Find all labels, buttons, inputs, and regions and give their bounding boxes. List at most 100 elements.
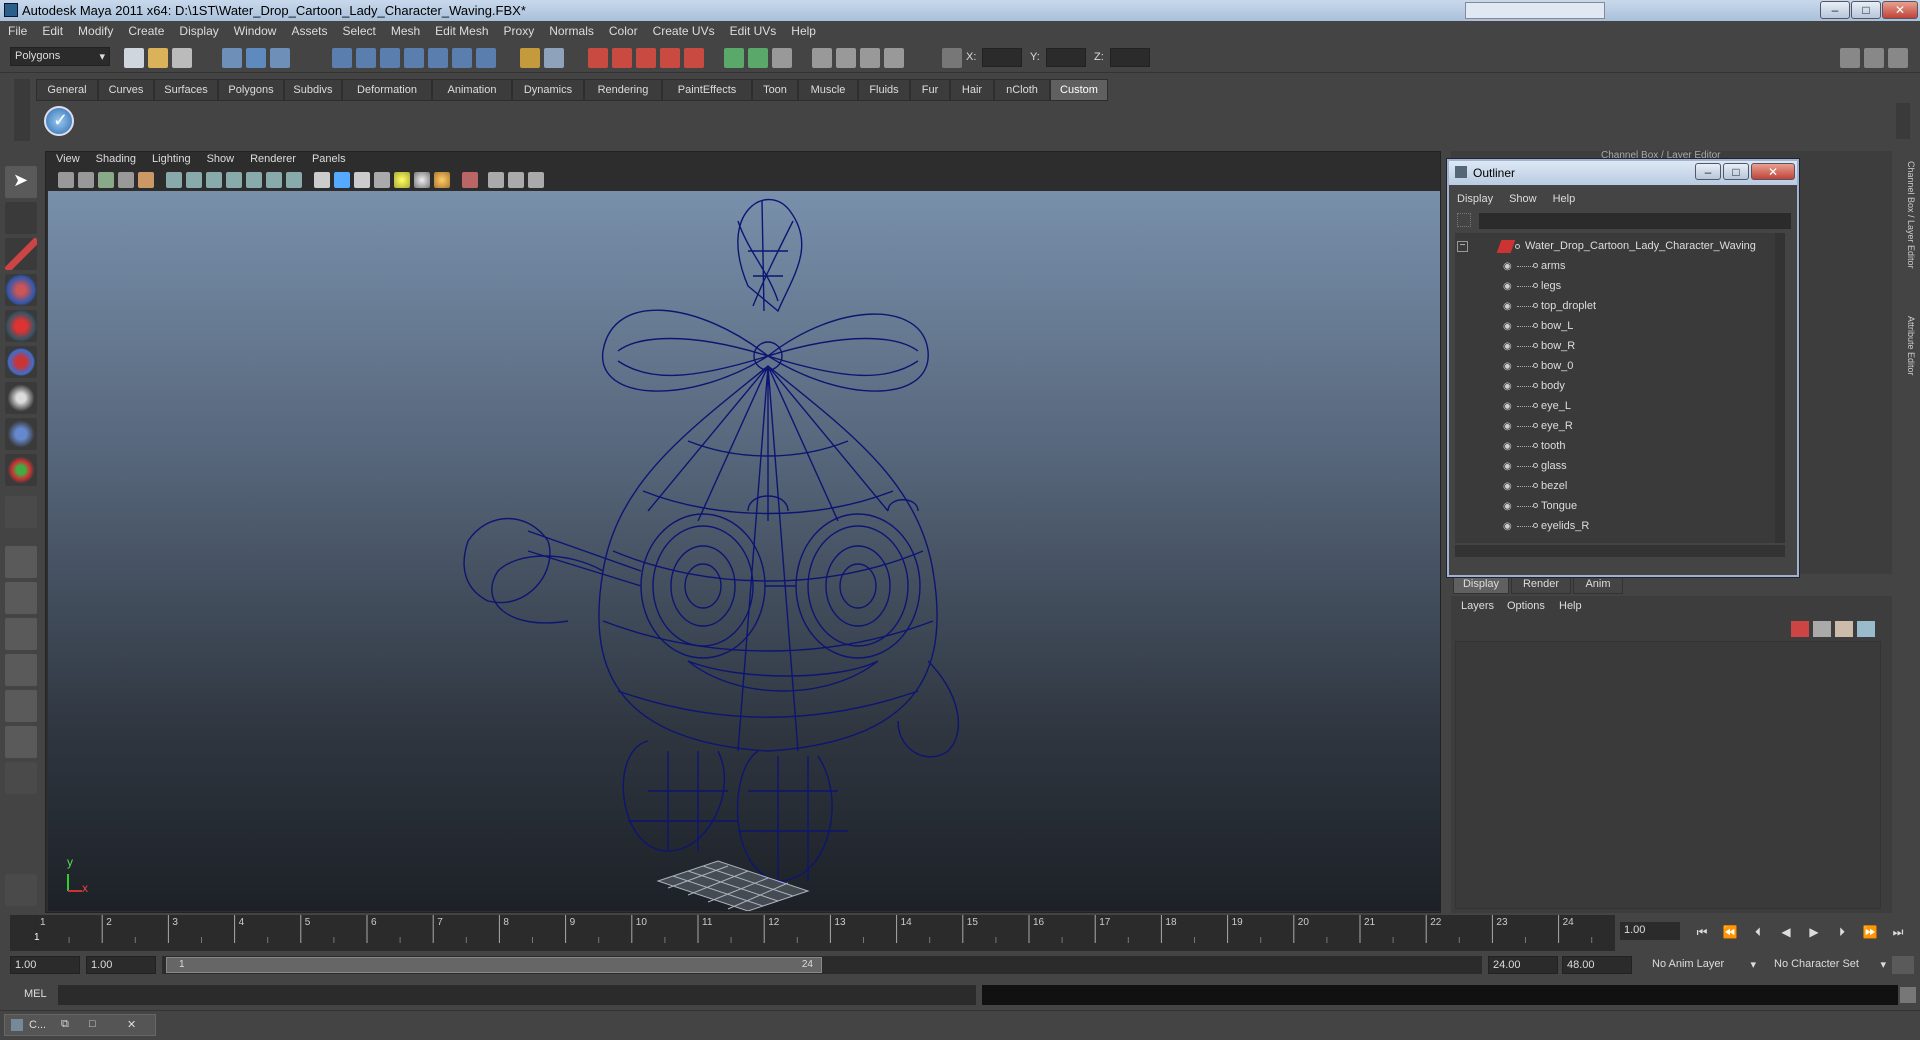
outliner-menu-help[interactable]: Help xyxy=(1545,193,1584,205)
anim-layer-dropdown[interactable]: No Anim Layer ▾ xyxy=(1648,956,1758,974)
shelf-tab-painteffects[interactable]: PaintEffects xyxy=(662,79,752,101)
smooth-shade-icon[interactable] xyxy=(334,172,350,188)
select-tool-icon[interactable]: ➤ xyxy=(5,166,37,198)
move-layer-up-icon[interactable] xyxy=(1835,621,1853,637)
filter-toggle[interactable] xyxy=(1457,213,1471,227)
layer-tab-anim[interactable]: Anim xyxy=(1573,574,1623,594)
character-set-dropdown[interactable]: No Character Set ▾ xyxy=(1770,956,1888,974)
playback-start-field[interactable]: 1.00 xyxy=(86,956,156,974)
menu-normals[interactable]: Normals xyxy=(541,21,601,38)
outliner-close-button[interactable]: ✕ xyxy=(1751,163,1795,180)
safe-action-icon[interactable] xyxy=(266,172,282,188)
step-forward-key-icon[interactable]: ⏩ xyxy=(1862,924,1878,940)
current-frame-field[interactable]: 1.00 xyxy=(1620,922,1680,940)
select-object-icon[interactable] xyxy=(246,48,266,68)
menu-edit-uvs[interactable]: Edit UVs xyxy=(722,21,784,38)
snap-grid-icon[interactable] xyxy=(332,48,352,68)
universal-manipulator-icon[interactable] xyxy=(5,382,37,414)
shelf-tab-hair[interactable]: Hair xyxy=(950,79,994,101)
menu-help[interactable]: Help xyxy=(783,21,823,38)
menu-edit[interactable]: Edit xyxy=(34,21,70,38)
menu-set-dropdown[interactable]: Polygons ▾ xyxy=(10,47,110,66)
rotate-tool-icon[interactable] xyxy=(5,310,37,342)
layer-tab-render[interactable]: Render xyxy=(1511,574,1571,594)
tree-root-row[interactable]: − Water_Drop_Cartoon_Lady_Character_Wavi… xyxy=(1455,237,1775,257)
viewport-menu-show[interactable]: Show xyxy=(199,151,243,165)
snap-point-icon[interactable] xyxy=(380,48,400,68)
layer-menu-options[interactable]: Options xyxy=(1507,600,1545,612)
help-line-icon[interactable] xyxy=(476,48,496,68)
grid-toggle-icon[interactable] xyxy=(166,172,182,188)
viewport-menu-shading[interactable]: Shading xyxy=(88,151,144,165)
viewport-menu-lighting[interactable]: Lighting xyxy=(144,151,199,165)
history-icon[interactable] xyxy=(452,48,472,68)
shelf-tab-curves[interactable]: Curves xyxy=(98,79,154,101)
auto-key-icon[interactable] xyxy=(1892,956,1914,974)
wireframe-icon[interactable] xyxy=(314,172,330,188)
shelf-tab-general[interactable]: General xyxy=(36,79,98,101)
y-field[interactable] xyxy=(1046,48,1086,67)
go-to-end-icon[interactable]: ⏭ xyxy=(1890,924,1906,940)
open-scene-icon[interactable] xyxy=(148,48,168,68)
title-search-field[interactable] xyxy=(1465,2,1605,19)
range-slider-handle[interactable]: 1 24 xyxy=(166,957,822,973)
close-button[interactable]: ✕ xyxy=(1882,1,1918,19)
restore-icon[interactable]: ⧉ xyxy=(61,1018,69,1031)
render-view-icon[interactable] xyxy=(660,48,680,68)
textured-icon[interactable] xyxy=(374,172,390,188)
panel-two-icon[interactable] xyxy=(748,48,768,68)
minimize-button[interactable]: – xyxy=(1820,1,1850,19)
shadows-icon[interactable] xyxy=(434,172,450,188)
shelf-tab-custom[interactable]: Custom xyxy=(1050,79,1108,101)
anim-end-field[interactable]: 48.00 xyxy=(1562,956,1632,974)
move-layer-down-icon[interactable] xyxy=(1857,621,1875,637)
show-tool-settings-icon[interactable] xyxy=(1864,48,1884,68)
render-current-icon[interactable] xyxy=(588,48,608,68)
hypershade-icon[interactable] xyxy=(684,48,704,68)
anim-start-field[interactable]: 1.00 xyxy=(10,956,80,974)
move-tool-icon[interactable] xyxy=(5,274,37,306)
range-slider-track[interactable]: 1 24 xyxy=(162,956,1482,974)
menu-color[interactable]: Color xyxy=(601,21,645,38)
layout-outliner-persp-icon[interactable] xyxy=(5,618,37,650)
shelf-tab-polygons[interactable]: Polygons xyxy=(218,79,284,101)
xray-icon[interactable] xyxy=(488,172,504,188)
snap-plane-icon[interactable] xyxy=(404,48,424,68)
layout-persp-graph-icon[interactable] xyxy=(5,654,37,686)
shelf-scroll-arrows[interactable] xyxy=(1896,103,1910,139)
layer-menu-layers[interactable]: Layers xyxy=(1461,600,1494,612)
save-scene-icon[interactable] xyxy=(172,48,192,68)
shelf-tab-fur[interactable]: Fur xyxy=(910,79,950,101)
viewport-menu-panels[interactable]: Panels xyxy=(304,151,354,165)
close-icon[interactable]: ✕ xyxy=(127,1018,136,1031)
gate-mask-icon[interactable] xyxy=(226,172,242,188)
expand-toggle-icon[interactable]: − xyxy=(1457,241,1468,252)
soft-modification-icon[interactable] xyxy=(5,418,37,450)
outliner-horizontal-scrollbar[interactable] xyxy=(1455,545,1785,557)
input-ops-icon[interactable] xyxy=(544,48,564,68)
viewport-menu-renderer[interactable]: Renderer xyxy=(242,151,304,165)
time-slider[interactable]: 1 2 3 4 5 6 7 8 9 10 11 12 13 14 15 16 17 18 19 20 21 22 23 24 … xyxy=(10,915,1615,951)
layer-tab-display[interactable]: Display xyxy=(1453,574,1509,594)
make-live-icon[interactable] xyxy=(428,48,448,68)
shelf-tab-muscle[interactable]: Muscle xyxy=(798,79,858,101)
outliner-vertical-scrollbar[interactable] xyxy=(1775,233,1785,543)
attribute-editor-toggle-icon[interactable] xyxy=(772,48,792,68)
maximize-button[interactable]: □ xyxy=(1851,1,1881,19)
side-tab-attribute-editor[interactable]: Attribute Editor xyxy=(1902,316,1916,396)
outliner-filter-field[interactable] xyxy=(1479,213,1791,229)
viewport-menu-view[interactable]: View xyxy=(48,151,88,165)
layer-list[interactable] xyxy=(1455,641,1881,909)
new-layer-icon[interactable] xyxy=(1791,621,1809,637)
maximize-icon[interactable]: □ xyxy=(89,1018,96,1030)
shelf-tab-dynamics[interactable]: Dynamics xyxy=(512,79,584,101)
outliner-menu-display[interactable]: Display xyxy=(1449,193,1501,205)
menu-assets[interactable]: Assets xyxy=(283,21,334,38)
shelf-tab-toon[interactable]: Toon xyxy=(752,79,798,101)
shelf-tab-rendering[interactable]: Rendering xyxy=(584,79,662,101)
layer-menu-help[interactable]: Help xyxy=(1559,600,1582,612)
wireframe-on-shaded-icon[interactable] xyxy=(354,172,370,188)
shelf-tab-subdivs[interactable]: Subdivs xyxy=(284,79,342,101)
command-language-label[interactable]: MEL xyxy=(24,988,47,1000)
shelf-tab-surfaces[interactable]: Surfaces xyxy=(154,79,218,101)
